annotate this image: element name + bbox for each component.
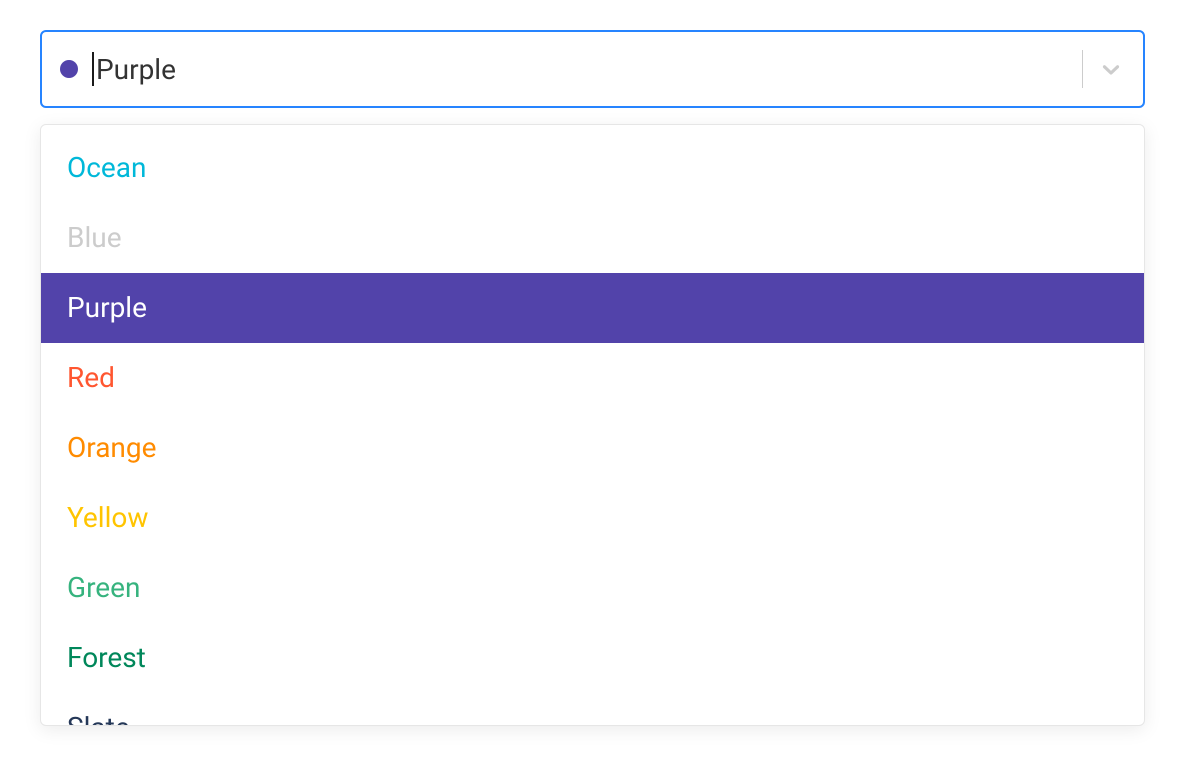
indicator-separator bbox=[1082, 50, 1083, 88]
option-label: Ocean bbox=[67, 154, 146, 182]
option-label: Yellow bbox=[67, 504, 148, 532]
option-blue: Blue bbox=[41, 203, 1144, 273]
text-cursor bbox=[92, 52, 94, 86]
option-yellow[interactable]: Yellow bbox=[41, 483, 1144, 553]
option-purple[interactable]: Purple bbox=[41, 273, 1144, 343]
option-green[interactable]: Green bbox=[41, 553, 1144, 623]
option-label: Slate bbox=[67, 714, 130, 726]
color-select-menu[interactable]: Ocean Blue Purple Red Orange Yellow Green Fores… bbox=[40, 124, 1145, 726]
option-orange[interactable]: Orange bbox=[41, 413, 1144, 483]
option-label: Orange bbox=[67, 434, 156, 462]
option-label: Red bbox=[67, 364, 115, 392]
selected-color-dot bbox=[60, 60, 78, 78]
color-select-control[interactable]: Purple bbox=[40, 30, 1145, 108]
chevron-down-icon[interactable] bbox=[1097, 55, 1125, 83]
option-slate[interactable]: Slate bbox=[41, 693, 1144, 726]
option-label: Forest bbox=[67, 644, 146, 672]
color-select-value[interactable]: Purple bbox=[92, 32, 1078, 106]
option-label: Blue bbox=[67, 224, 122, 252]
option-label: Green bbox=[67, 574, 140, 602]
option-red[interactable]: Red bbox=[41, 343, 1144, 413]
select-indicators bbox=[1078, 32, 1143, 106]
selected-value-label: Purple bbox=[96, 53, 176, 86]
option-label: Purple bbox=[67, 294, 147, 322]
option-ocean[interactable]: Ocean bbox=[41, 133, 1144, 203]
option-forest[interactable]: Forest bbox=[41, 623, 1144, 693]
